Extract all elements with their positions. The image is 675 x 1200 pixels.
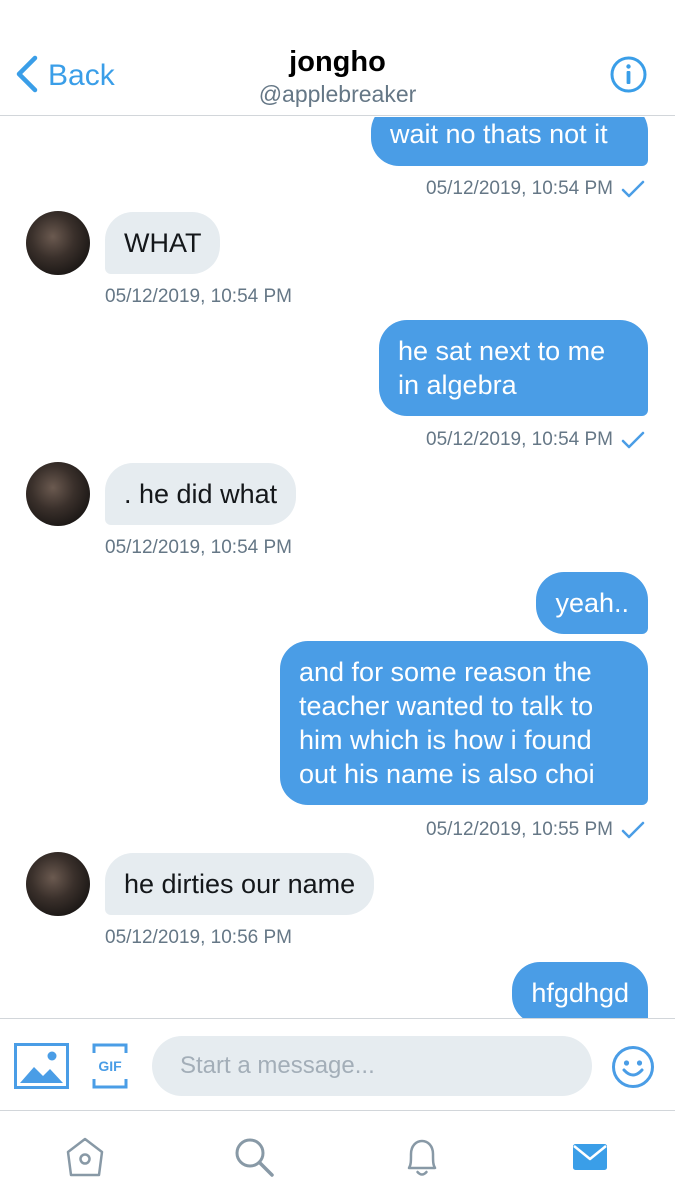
tab-messages[interactable] bbox=[568, 1135, 612, 1179]
tab-search[interactable] bbox=[232, 1135, 276, 1179]
message-timestamp: 05/12/2019, 10:54 PM bbox=[426, 429, 613, 450]
sent-check-icon bbox=[621, 180, 645, 198]
search-icon bbox=[235, 1138, 274, 1177]
message-text: . he did what bbox=[124, 479, 278, 509]
message-timestamp: 05/12/2019, 10:55 PM bbox=[426, 819, 613, 840]
tab-home[interactable] bbox=[63, 1135, 107, 1179]
message-composer: GIF bbox=[0, 1018, 675, 1110]
gif-icon: GIF bbox=[92, 1043, 128, 1089]
message-text: he sat next to me in algebra bbox=[398, 336, 606, 400]
message-bubble-incoming[interactable]: WHAT bbox=[105, 212, 221, 274]
emoji-icon bbox=[612, 1046, 654, 1088]
sent-check-icon bbox=[621, 821, 645, 839]
add-image-button[interactable] bbox=[14, 1043, 69, 1089]
message-bubble-incoming[interactable]: he dirties our name bbox=[105, 853, 375, 915]
tab-notifications[interactable] bbox=[400, 1135, 444, 1179]
notifications-icon bbox=[407, 1139, 437, 1176]
message-input[interactable] bbox=[152, 1036, 592, 1096]
message-text: and for some reason the teacher wanted t… bbox=[299, 657, 595, 789]
contact-avatar[interactable] bbox=[26, 462, 90, 526]
message-timestamp: 05/12/2019, 10:54 PM bbox=[105, 537, 292, 558]
message-bubble-incoming[interactable]: . he did what bbox=[105, 463, 297, 525]
message-text: hfgdhgd bbox=[531, 978, 629, 1008]
message-bubble-outgoing[interactable]: and for some reason the teacher wanted t… bbox=[280, 641, 648, 805]
message-timestamp: 05/12/2019, 10:56 PM bbox=[105, 927, 292, 948]
image-icon bbox=[14, 1043, 69, 1089]
gif-label: GIF bbox=[98, 1058, 122, 1074]
messages-icon bbox=[573, 1144, 607, 1170]
home-icon bbox=[66, 1137, 104, 1177]
message-text: WHAT bbox=[124, 228, 202, 258]
contact-handle: @applebreaker bbox=[258, 81, 417, 107]
message-bubble-outgoing[interactable]: he sat next to me in algebra bbox=[379, 320, 648, 416]
message-bubble-outgoing[interactable]: yeah.. bbox=[536, 572, 648, 634]
contact-avatar[interactable] bbox=[26, 852, 90, 916]
sent-check-icon bbox=[621, 431, 645, 449]
add-gif-button[interactable]: GIF bbox=[92, 1043, 128, 1089]
message-bubble-outgoing[interactable]: hfgdhgd bbox=[512, 962, 648, 1018]
message-thread[interactable]: wait no thats not it 05/12/2019, 10:54 P… bbox=[0, 117, 675, 1018]
contact-avatar[interactable] bbox=[26, 211, 90, 275]
tab-bar bbox=[0, 1110, 675, 1200]
message-timestamp: 05/12/2019, 10:54 PM bbox=[426, 178, 613, 199]
emoji-button[interactable] bbox=[611, 1045, 655, 1089]
message-timestamp: 05/12/2019, 10:54 PM bbox=[105, 286, 292, 307]
message-bubble-outgoing[interactable]: wait no thats not it bbox=[371, 117, 648, 166]
info-button[interactable] bbox=[610, 56, 647, 93]
message-text: he dirties our name bbox=[124, 869, 356, 899]
message-text: wait no thats not it bbox=[390, 119, 608, 149]
conversation-header: Back jongho @applebreaker bbox=[0, 0, 675, 116]
conversation-title: jongho @applebreaker bbox=[0, 44, 675, 108]
contact-name: jongho bbox=[289, 46, 386, 78]
info-icon bbox=[610, 56, 647, 93]
message-text: yeah.. bbox=[555, 588, 629, 618]
